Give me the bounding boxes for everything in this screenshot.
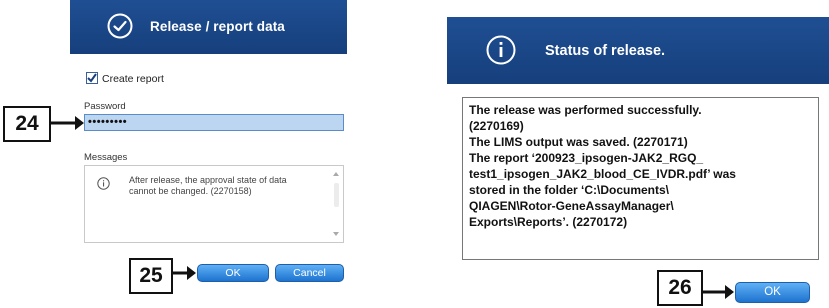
password-label: Password	[84, 101, 126, 112]
report-line: The report ‘200923_ipsogen-JAK2_RGQ_	[469, 151, 704, 165]
step-24-callout: 24	[3, 106, 51, 142]
checkmark-icon	[87, 73, 97, 83]
report-line: (2270169)	[469, 119, 524, 133]
report-line: stored in the folder ‘C:\Documents\	[469, 183, 670, 197]
scroll-thumb[interactable]	[334, 183, 339, 207]
messages-scrollbar[interactable]	[332, 169, 341, 239]
status-dialog-title-bar: Status of release.	[447, 17, 829, 84]
password-field[interactable]: •••••••••	[84, 114, 344, 131]
step-25-callout: 25	[129, 258, 173, 294]
info-icon	[486, 35, 516, 65]
message-line: After release, the approval state of dat…	[129, 175, 287, 185]
report-line: QIAGEN\Rotor-GeneAssayManager\	[469, 199, 674, 213]
cancel-button[interactable]: Cancel	[275, 264, 344, 282]
create-report-checkbox-row[interactable]: Create report	[86, 72, 164, 85]
release-dialog-title: Release / report data	[150, 19, 285, 34]
report-line: The release was performed successfully.	[469, 103, 702, 117]
report-line: The LIMS output was saved. (2270171)	[469, 135, 688, 149]
report-line: Exports\Reports’. (2270172)	[469, 215, 628, 229]
ok-button[interactable]: OK	[735, 282, 810, 303]
arrow-right-icon	[51, 116, 84, 130]
scroll-down-arrow-icon[interactable]	[333, 232, 339, 236]
ok-button[interactable]: OK	[197, 264, 269, 282]
messages-label: Messages	[84, 152, 128, 163]
scroll-up-arrow-icon[interactable]	[333, 172, 339, 176]
info-icon	[97, 177, 110, 190]
check-circle-icon	[107, 13, 133, 39]
arrow-right-icon	[703, 285, 734, 299]
report-line: test1_ipsogen_JAK2_blood_CE_IVDR.pdf’ wa…	[469, 167, 736, 181]
create-report-label: Create report	[102, 73, 164, 85]
messages-box: After release, the approval state of dat…	[84, 165, 344, 243]
arrow-right-icon	[173, 266, 196, 280]
message-line: cannot be changed. (2270158)	[129, 186, 252, 196]
status-dialog-title: Status of release.	[545, 43, 666, 59]
create-report-checkbox[interactable]	[86, 72, 98, 84]
step-26-callout: 26	[657, 270, 703, 306]
status-report-text: The release was performed successfully. …	[462, 97, 819, 260]
release-dialog-title-bar: Release / report data	[70, 0, 347, 54]
